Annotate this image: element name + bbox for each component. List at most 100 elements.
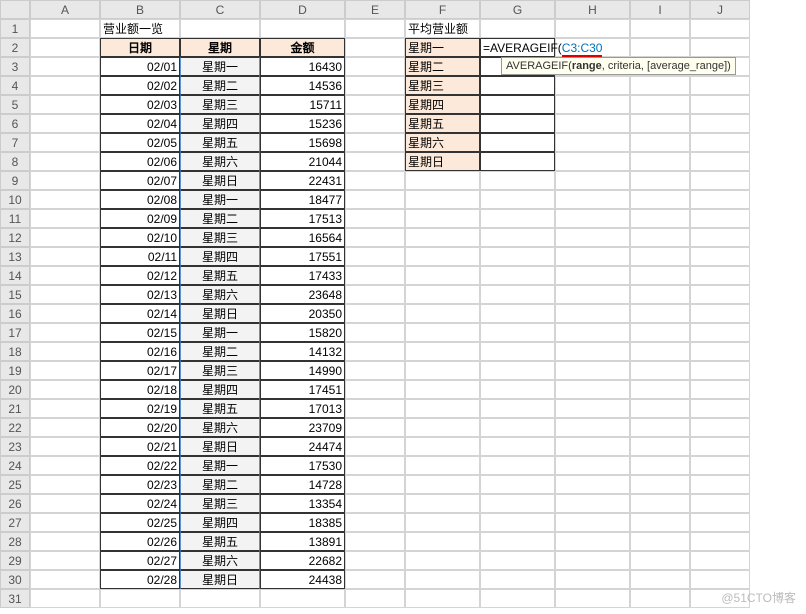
cell[interactable]	[405, 418, 480, 437]
cell[interactable]: 平均营业额	[405, 19, 480, 38]
cell[interactable]: 17513	[260, 209, 345, 228]
row-header[interactable]: 22	[0, 418, 30, 437]
cell[interactable]: 02/27	[100, 551, 180, 570]
cell[interactable]	[690, 494, 750, 513]
cell[interactable]: 星期五	[180, 266, 260, 285]
cell[interactable]	[555, 361, 630, 380]
cell[interactable]	[345, 190, 405, 209]
cell[interactable]	[555, 19, 630, 38]
cell[interactable]	[630, 456, 690, 475]
cell[interactable]: 18477	[260, 190, 345, 209]
cell[interactable]	[405, 399, 480, 418]
cell[interactable]	[345, 171, 405, 190]
row-header[interactable]: 29	[0, 551, 30, 570]
cell[interactable]: 23709	[260, 418, 345, 437]
cell[interactable]	[690, 570, 750, 589]
cell[interactable]: 15711	[260, 95, 345, 114]
cell[interactable]	[30, 209, 100, 228]
row-header[interactable]: 25	[0, 475, 30, 494]
cell[interactable]	[690, 247, 750, 266]
cell[interactable]	[345, 456, 405, 475]
cell[interactable]	[690, 513, 750, 532]
col-header[interactable]: C	[180, 0, 260, 19]
cell[interactable]: 02/05	[100, 133, 180, 152]
cell[interactable]	[555, 247, 630, 266]
cell[interactable]: 15236	[260, 114, 345, 133]
cell[interactable]	[30, 171, 100, 190]
cell[interactable]	[180, 19, 260, 38]
cell[interactable]	[555, 513, 630, 532]
cell[interactable]	[480, 570, 555, 589]
cell[interactable]: 星期六	[180, 152, 260, 171]
cell[interactable]	[30, 76, 100, 95]
cell[interactable]: 星期六	[180, 418, 260, 437]
cell[interactable]: 星期二	[180, 209, 260, 228]
row-header[interactable]: 10	[0, 190, 30, 209]
cell[interactable]: 14132	[260, 342, 345, 361]
cell[interactable]	[345, 475, 405, 494]
cell[interactable]	[555, 285, 630, 304]
cell[interactable]	[345, 133, 405, 152]
cell[interactable]	[630, 247, 690, 266]
cell[interactable]	[630, 589, 690, 608]
cell[interactable]	[405, 570, 480, 589]
cell[interactable]	[30, 513, 100, 532]
cell[interactable]	[345, 532, 405, 551]
cell[interactable]	[30, 38, 100, 57]
cell[interactable]: 13891	[260, 532, 345, 551]
cell[interactable]	[345, 551, 405, 570]
cell[interactable]	[555, 133, 630, 152]
row-header[interactable]: 3	[0, 57, 30, 76]
cell[interactable]	[690, 323, 750, 342]
cell[interactable]: 营业额一览	[100, 19, 180, 38]
cell[interactable]	[690, 76, 750, 95]
cell[interactable]	[345, 418, 405, 437]
cell[interactable]: 22682	[260, 551, 345, 570]
cell[interactable]	[630, 190, 690, 209]
cell[interactable]: 星期一	[180, 57, 260, 76]
cell[interactable]	[30, 399, 100, 418]
cell[interactable]	[480, 171, 555, 190]
cell[interactable]	[630, 513, 690, 532]
cell[interactable]	[345, 228, 405, 247]
cell[interactable]	[480, 266, 555, 285]
cell[interactable]	[30, 551, 100, 570]
cell[interactable]	[630, 380, 690, 399]
cell[interactable]	[630, 570, 690, 589]
cell[interactable]	[180, 589, 260, 608]
row-header[interactable]: 9	[0, 171, 30, 190]
cell[interactable]	[480, 551, 555, 570]
col-header[interactable]: A	[30, 0, 100, 19]
cell[interactable]	[690, 152, 750, 171]
cell[interactable]	[345, 304, 405, 323]
cell[interactable]: 02/08	[100, 190, 180, 209]
cell[interactable]: 02/22	[100, 456, 180, 475]
cell[interactable]	[480, 475, 555, 494]
cell[interactable]: 02/11	[100, 247, 180, 266]
row-header[interactable]: 11	[0, 209, 30, 228]
cell[interactable]	[690, 95, 750, 114]
cell[interactable]: 星期一	[180, 323, 260, 342]
cell[interactable]	[30, 304, 100, 323]
cell[interactable]: 星期二	[405, 57, 480, 76]
cell[interactable]	[690, 380, 750, 399]
cell[interactable]: 17451	[260, 380, 345, 399]
cell[interactable]: 02/03	[100, 95, 180, 114]
cell[interactable]	[480, 494, 555, 513]
cell[interactable]: 星期四	[405, 95, 480, 114]
cell[interactable]: 24438	[260, 570, 345, 589]
cell[interactable]	[480, 380, 555, 399]
cell[interactable]	[30, 570, 100, 589]
cell[interactable]: 02/09	[100, 209, 180, 228]
cell[interactable]	[480, 513, 555, 532]
cell[interactable]	[630, 323, 690, 342]
col-header[interactable]: B	[100, 0, 180, 19]
cell[interactable]	[345, 114, 405, 133]
cell[interactable]	[345, 247, 405, 266]
row-header[interactable]: 17	[0, 323, 30, 342]
row-header[interactable]: 8	[0, 152, 30, 171]
cell[interactable]	[405, 342, 480, 361]
col-header[interactable]: E	[345, 0, 405, 19]
cell[interactable]	[480, 437, 555, 456]
cell[interactable]: 星期三	[180, 361, 260, 380]
